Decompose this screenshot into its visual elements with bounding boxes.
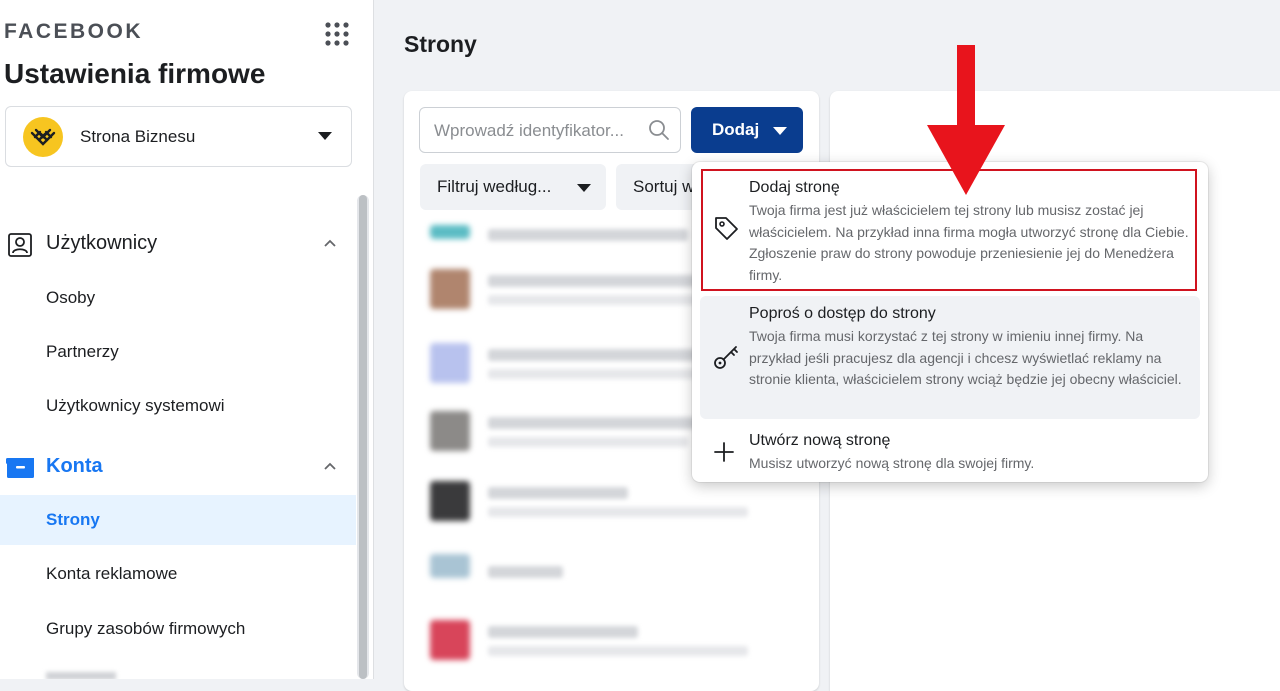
page-avatar xyxy=(430,481,470,521)
sidebar-item-system-users[interactable]: Użytkownicy systemowi xyxy=(0,381,356,431)
blurred-text xyxy=(488,626,638,638)
sidebar-item-more[interactable] xyxy=(0,658,356,679)
chevron-up-icon[interactable] xyxy=(324,462,336,470)
sidebar-scrollbar[interactable] xyxy=(357,195,369,679)
nav-section-users[interactable]: Użytkownicy xyxy=(0,219,356,267)
menu-item-title: Utwórz nową stronę xyxy=(749,432,891,449)
caret-down-icon xyxy=(577,184,591,192)
plus-icon xyxy=(714,442,734,462)
menu-item-description: Musisz utworzyć nową stronę dla swojej f… xyxy=(749,455,1035,471)
blurred-text xyxy=(488,507,748,517)
menu-item-description: Twoja firma musi korzystać z tej strony … xyxy=(749,328,1182,387)
sidebar-item-asset-groups[interactable]: Grupy zasobów firmowych xyxy=(0,604,356,654)
list-item[interactable] xyxy=(404,538,819,604)
sidebar-item-ad-accounts[interactable]: Konta reklamowe xyxy=(0,549,356,599)
page-avatar xyxy=(430,620,470,660)
page-avatar xyxy=(430,554,470,578)
page-title: Strony xyxy=(404,31,477,57)
business-avatar xyxy=(23,117,63,157)
search-icon[interactable] xyxy=(648,119,670,141)
facebook-logo: FACEBOOK xyxy=(4,20,144,43)
nav-section-accounts[interactable]: Konta xyxy=(0,442,356,490)
settings-title: Ustawienia firmowe xyxy=(4,58,266,89)
tag-icon xyxy=(715,217,738,240)
add-button-label: Dodaj xyxy=(712,120,760,139)
blurred-text xyxy=(488,417,718,429)
sidebar-item-label: Partnerzy xyxy=(46,342,119,361)
briefcase-icon xyxy=(6,458,34,478)
caret-down-icon xyxy=(773,127,787,135)
blurred-text xyxy=(488,646,748,656)
sidebar-item-partners[interactable]: Partnerzy xyxy=(0,327,356,377)
sidebar-item-label: Użytkownicy systemowi xyxy=(46,396,225,415)
page-avatar xyxy=(430,225,470,239)
page-avatar xyxy=(430,269,470,309)
nav-section-label: Konta xyxy=(46,455,103,477)
menu-item-request-access[interactable]: Poproś o dostęp do strony Twoja firma mu… xyxy=(700,296,1200,419)
blurred-text xyxy=(488,437,688,447)
blurred-text xyxy=(488,349,708,361)
nav-section-label: Użytkownicy xyxy=(46,232,158,254)
chevron-up-icon[interactable] xyxy=(324,239,336,247)
sidebar-item-pages[interactable]: Strony xyxy=(0,495,356,545)
filter-button-label: Filtruj według... xyxy=(437,177,552,196)
menu-item-title: Poproś o dostęp do strony xyxy=(749,305,936,322)
search-input[interactable] xyxy=(432,118,646,144)
menu-item-create-page[interactable]: Utwórz nową stronę Musisz utworzyć nową … xyxy=(700,424,1200,476)
blurred-text xyxy=(488,566,563,578)
menu-item-description: Twoja firma jest już właścicielem tej st… xyxy=(749,202,1189,283)
sidebar-item-label: Grupy zasobów firmowych xyxy=(46,619,246,638)
blurred-text xyxy=(488,487,628,499)
sidebar-item-people[interactable]: Osoby xyxy=(0,273,356,323)
list-item[interactable] xyxy=(404,604,819,670)
business-selector[interactable]: Strona Biznesu xyxy=(5,106,352,167)
annotation-arrow-down-icon xyxy=(927,45,1005,195)
blurred-text xyxy=(488,275,718,287)
add-button[interactable]: Dodaj xyxy=(691,107,803,153)
page-avatar xyxy=(430,411,470,451)
caret-down-icon xyxy=(318,132,332,140)
apps-grid-icon[interactable] xyxy=(324,21,350,47)
key-icon xyxy=(714,346,738,369)
sidebar-item-label: Konta reklamowe xyxy=(46,564,178,583)
scrollbar-thumb[interactable] xyxy=(359,195,367,679)
menu-item-title: Dodaj stronę xyxy=(749,179,840,196)
users-id-icon xyxy=(8,233,32,257)
cut-off-label xyxy=(46,672,116,679)
business-name: Strona Biznesu xyxy=(80,127,196,146)
sidebar-item-label: Osoby xyxy=(46,288,96,307)
search-box[interactable] xyxy=(419,107,681,153)
sidebar-item-label: Strony xyxy=(46,510,100,529)
sidebar: FACEBOOK Ustawienia firmowe Strona Bizne… xyxy=(0,0,374,679)
add-dropdown-menu: Dodaj stronę Twoja firma jest już właści… xyxy=(692,162,1208,482)
blurred-text xyxy=(488,229,688,241)
page-avatar xyxy=(430,343,470,383)
